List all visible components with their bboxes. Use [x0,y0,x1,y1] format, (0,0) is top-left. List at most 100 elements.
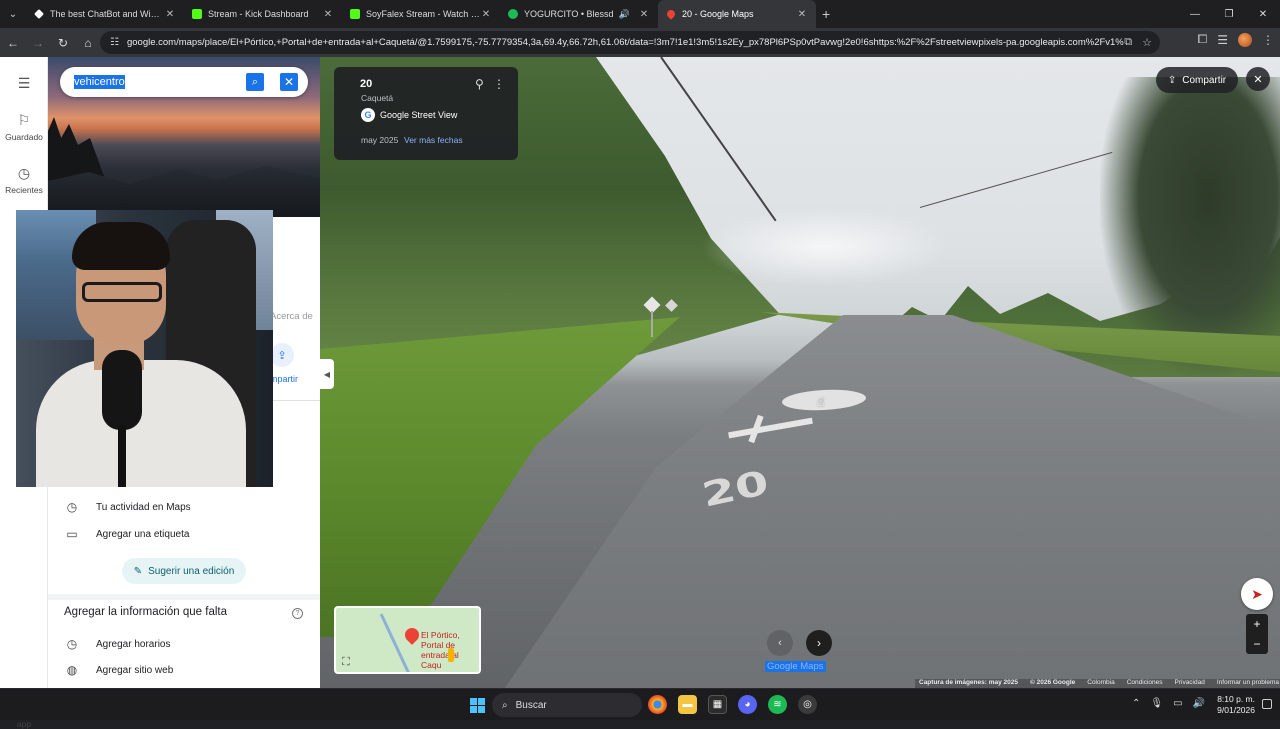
zoom-controls: + − [1246,614,1268,654]
collapse-panel-button[interactable]: ◀ [320,359,334,389]
zoom-in-icon[interactable]: + [1246,614,1268,634]
spotify-icon [508,9,518,19]
close-tab-icon[interactable]: ✕ [796,9,808,20]
previous-photo-button[interactable]: ‹ [767,630,793,656]
share-icon[interactable]: ⇪ [270,343,294,367]
microphone-stand [118,425,126,487]
volume-icon[interactable]: 🔊 [1193,698,1205,709]
close-tab-icon[interactable]: ✕ [164,9,176,20]
windows-taskbar: ⌕ Buscar ▬ ▦ ◕ ≋ ◎ ⌃ 🎙 ▭ 🔊 8:10 p. m. 9/… [0,688,1280,720]
hamburger-menu-icon: ☰ [17,75,31,91]
recent-button[interactable]: ◷ Recientes [0,165,48,195]
file-explorer-icon[interactable]: ▬ [678,695,697,714]
microphone-icon[interactable]: 🎙 [1150,698,1163,709]
discord-icon[interactable]: ◕ [738,695,757,714]
minimize-icon[interactable]: — [1178,0,1212,28]
glasses [82,282,162,302]
taskbar-search[interactable]: ⌕ Buscar [492,693,642,717]
add-hours-row[interactable]: ◷ Agregar horarios [48,631,320,657]
extensions-icon[interactable]: ⧠ [1198,32,1208,47]
more-options-icon[interactable]: ⋮ [493,77,505,91]
help-icon[interactable]: ? [292,608,303,619]
pegman-icon[interactable] [448,648,454,662]
tab-soyfalex-stream[interactable]: SoyFalex Stream - Watch Live o ✕ [342,0,500,28]
place-region: Caquetá [361,93,394,103]
expand-map-icon[interactable]: ⛶ [342,656,350,669]
power-line [919,151,1113,208]
zoom-out-icon[interactable]: − [1246,634,1268,654]
place-title: 20 [360,78,373,90]
add-label-row[interactable]: ▭ Agregar una etiqueta [48,521,320,547]
store-icon[interactable]: ▦ [708,695,727,714]
street-view-info-card: 20 Caquetá ⚲ ⋮ G Google Street View may … [334,67,518,160]
address-bar-row: ← → ↻ ⌂ ☷ google.com/maps/place/El+Pórti… [0,28,1280,57]
compass-icon[interactable]: ➤ [1241,578,1273,610]
provider-label: Google Street View [380,110,458,120]
add-website-row[interactable]: ◍ Agregar sitio web [48,657,320,683]
bookmark-star-icon[interactable]: ☆ [1142,36,1152,49]
omnibox[interactable]: ☷ google.com/maps/place/El+Pórtico,+Port… [100,31,1160,54]
search-icon: ⌕ [502,699,508,711]
close-tab-icon[interactable]: ✕ [322,9,334,20]
forward-icon[interactable]: → [26,31,50,55]
home-icon[interactable]: ⌂ [76,31,100,55]
tab-about[interactable]: Acerca de [270,311,313,322]
close-tab-icon[interactable]: ✕ [638,9,650,20]
google-maps-watermark: Google Maps [765,661,826,672]
close-window-icon[interactable]: ✕ [1246,0,1280,28]
speaker-icon[interactable]: 🔊 [619,9,630,20]
location-pin-icon[interactable]: ⚲ [475,77,484,91]
omnibox-actions: ⧉ ☆ [1124,36,1160,49]
tray-overflow-icon[interactable]: ⌃ [1132,698,1140,709]
site-info-icon[interactable]: ☷ [110,37,119,48]
tab-title: Stream - Kick Dashboard [208,9,309,19]
reading-list-icon[interactable]: ☰ [1217,33,1228,47]
tab-google-maps[interactable]: 20 - Google Maps ✕ [658,0,816,28]
install-app-icon[interactable]: ⧉ [1124,36,1132,49]
back-icon[interactable]: ← [1,31,25,55]
search-box[interactable]: vehicentro ⌕ ✕ [60,67,308,97]
search-input[interactable]: vehicentro [74,75,125,89]
tab-chatbot[interactable]: The best ChatBot and Widgets ✕ [26,0,184,28]
kick-icon [192,9,202,19]
url-text[interactable]: google.com/maps/place/El+Pórtico,+Portal… [127,37,1124,48]
next-photo-button[interactable]: › [806,630,832,656]
profile-avatar[interactable] [1238,32,1252,47]
share-button[interactable]: ⇪ Compartir [1156,67,1238,93]
close-icon: ✕ [1253,73,1263,86]
tab-spotify[interactable]: YOGURCITO • Blessd 🔊 ✕ [500,0,658,28]
saved-button[interactable]: ⚐ Guardado [0,112,48,142]
chrome-icon[interactable] [648,695,667,714]
share-label[interactable]: mpartir [270,374,298,384]
activity-row[interactable]: ◷ Tu actividad en Maps [48,494,320,520]
clock-date: 9/01/2026 [1217,705,1255,715]
network-icon[interactable]: ▭ [1173,698,1182,709]
clear-search-icon[interactable]: ✕ [280,73,298,91]
capture-date: may 2025 [361,135,399,145]
label-icon: ▭ [66,527,78,541]
system-tray: ⌃ 🎙 ▭ 🔊 [1132,698,1205,709]
close-tab-icon[interactable]: ✕ [480,9,492,20]
reload-icon[interactable]: ↻ [51,31,75,55]
notification-icon[interactable] [1262,699,1272,709]
obs-icon[interactable]: ◎ [798,695,817,714]
tab-search-menu-icon[interactable]: ⌄ [0,0,26,28]
spotify-icon[interactable]: ≋ [768,695,787,714]
restore-icon[interactable]: ❐ [1212,0,1246,28]
windows-start-icon[interactable] [470,698,485,713]
activity-label: Tu actividad en Maps [96,501,191,513]
taskbar-clock[interactable]: 8:10 p. m. 9/01/2026 [1210,694,1255,716]
search-icon[interactable]: ⌕ [246,73,264,91]
close-street-view-button[interactable]: ✕ [1246,67,1270,91]
browser-menu-icon[interactable]: ⋮ [1262,33,1274,47]
new-tab-icon[interactable]: + [822,6,830,22]
street-view-minimap[interactable]: El Pórtico, Portal de entrada al Caqu ⛶ [334,606,481,674]
taskbar-search-placeholder: Buscar [515,699,547,711]
diamond-icon [34,9,44,19]
menu-button[interactable]: ☰ [0,75,48,95]
tab-kick-dashboard[interactable]: Stream - Kick Dashboard ✕ [184,0,342,28]
more-dates-link[interactable]: Ver más fechas [404,135,463,145]
tab-title: 20 - Google Maps [682,9,754,19]
recent-label: Recientes [5,185,43,195]
suggest-edit-button[interactable]: ✎ Sugerir una edición [122,558,246,584]
